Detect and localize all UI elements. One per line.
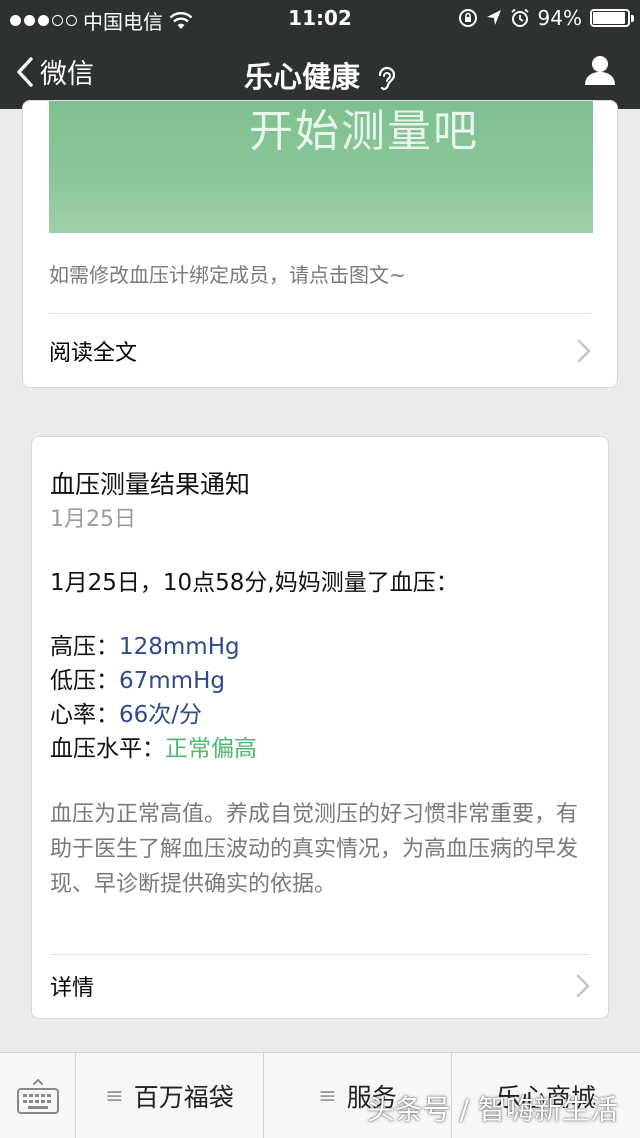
reading-level: 血压水平：正常偏高 bbox=[50, 732, 257, 766]
reading-label: 低压： bbox=[50, 668, 119, 694]
notice-card[interactable]: 血压测量结果通知 1月25日 1月25日，10点58分,妈妈测量了血压： 高压：… bbox=[31, 436, 609, 1019]
menu-list-icon: ≡ bbox=[318, 1083, 337, 1109]
watermark: 头条号 / 智嗨新生活 bbox=[366, 1093, 618, 1126]
notice-date: 1月25日 bbox=[50, 507, 136, 532]
details-link[interactable]: 详情 bbox=[50, 954, 590, 1018]
notice-title: 血压测量结果通知 bbox=[50, 470, 251, 499]
article-banner-image[interactable]: 开始测量吧 bbox=[49, 101, 593, 233]
reading-level-value: 正常偏高 bbox=[165, 736, 257, 762]
person-icon bbox=[585, 56, 615, 85]
keyboard-toggle-button[interactable] bbox=[0, 1053, 76, 1138]
battery-percent: 94% bbox=[537, 6, 582, 30]
chevron-right-icon bbox=[577, 339, 591, 363]
alarm-icon bbox=[510, 8, 529, 27]
reading-label: 心率： bbox=[50, 702, 119, 728]
nav-bar: 微信 乐心健康 bbox=[0, 36, 640, 109]
read-full-text-label: 阅读全文 bbox=[49, 341, 138, 366]
rotation-lock-icon bbox=[458, 9, 477, 27]
banner-text: 开始测量吧 bbox=[249, 106, 479, 157]
location-icon bbox=[486, 10, 501, 25]
ear-icon bbox=[378, 66, 396, 91]
reading-list: 高压：128mmHg 低压：67mmHg 心率：66次/分 血压水平：正常偏高 bbox=[50, 630, 257, 766]
reading-systolic: 高压：128mmHg bbox=[50, 630, 257, 664]
article-note: 如需修改血压计绑定成员，请点击图文~ bbox=[49, 263, 406, 287]
notice-description: 血压为正常高值。养成自觉测压的好习惯非常重要，有助于医生了解血压波动的真实情况，… bbox=[50, 802, 579, 897]
reading-value: 66次/分 bbox=[119, 702, 203, 728]
page-title: 乐心健康 bbox=[0, 54, 640, 96]
chevron-right-icon bbox=[576, 974, 590, 998]
keyboard-icon bbox=[16, 1079, 59, 1114]
status-right: 94% bbox=[458, 6, 634, 30]
reading-value: 67mmHg bbox=[119, 668, 225, 694]
notice-intro: 1月25日，10点58分,妈妈测量了血压： bbox=[50, 570, 459, 596]
menu-item-label: 百万福袋 bbox=[133, 1083, 234, 1112]
reading-diastolic: 低压：67mmHg bbox=[50, 664, 257, 698]
read-full-text-link[interactable]: 阅读全文 bbox=[49, 313, 591, 387]
reading-value: 128mmHg bbox=[119, 634, 240, 660]
profile-button[interactable] bbox=[584, 54, 616, 90]
status-bar: 中国电信 11:02 94% bbox=[0, 0, 640, 36]
menu-item-lucky-bag[interactable]: ≡ 百万福袋 bbox=[76, 1053, 264, 1138]
reading-label: 高压： bbox=[50, 634, 119, 660]
details-label: 详情 bbox=[50, 976, 95, 1001]
reading-heart-rate: 心率：66次/分 bbox=[50, 698, 257, 732]
battery-fill bbox=[593, 12, 625, 24]
battery-icon bbox=[590, 9, 634, 27]
reading-label: 血压水平： bbox=[50, 736, 165, 762]
menu-list-icon: ≡ bbox=[105, 1083, 124, 1109]
page-title-text: 乐心健康 bbox=[243, 60, 360, 94]
article-card[interactable]: 开始测量吧 如需修改血压计绑定成员，请点击图文~ 阅读全文 bbox=[22, 100, 618, 388]
